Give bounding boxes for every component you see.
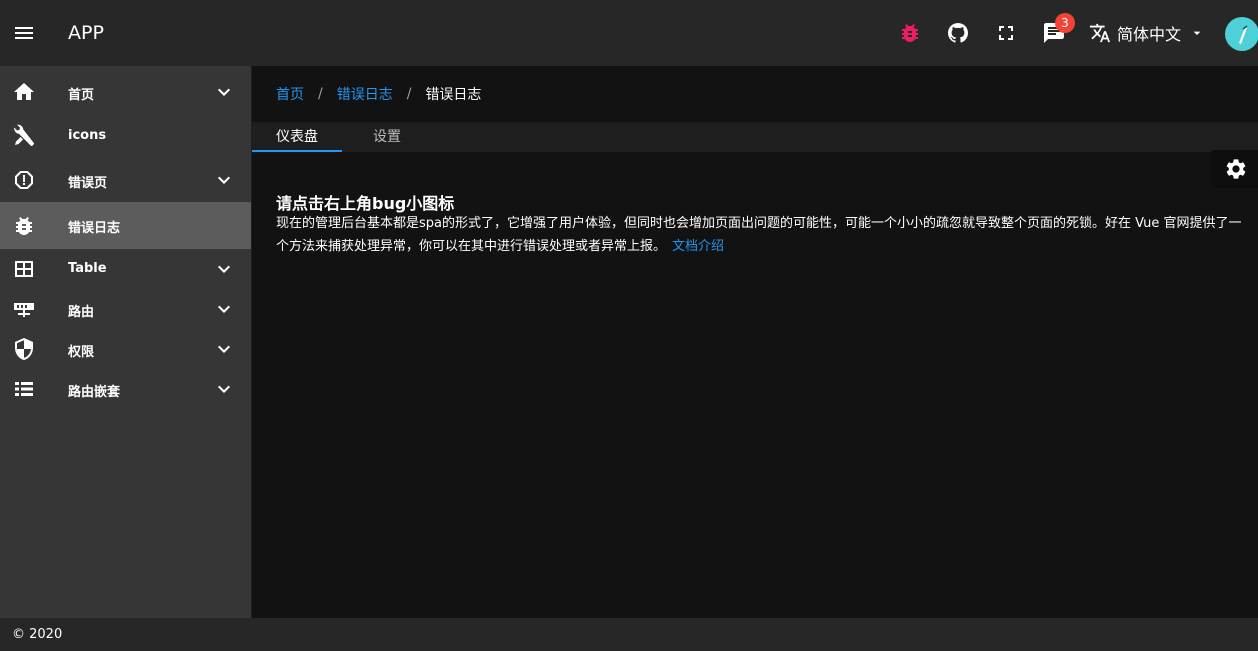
sidebar-item-table[interactable]: Table [0, 249, 251, 289]
chevron-down-icon [212, 297, 236, 321]
sidebar-item-nested-router[interactable]: 路由嵌套 [0, 369, 251, 409]
chevron-down-icon [212, 80, 236, 104]
app-title: APP [68, 22, 104, 44]
sidebar-item-label: Table [68, 261, 107, 276]
alert-icon [12, 168, 36, 192]
sidebar: 首页 icons 错误页 错误日志 Table 路由 权限 路由嵌套 [0, 66, 252, 618]
tab-bar: 仪表盘 设置 [252, 122, 1258, 152]
sidebar-item-icons[interactable]: icons [0, 114, 251, 158]
content-title: 请点击右上角bug小图标 [276, 194, 455, 213]
breadcrumb-home[interactable]: 首页 [276, 84, 304, 104]
shield-icon [12, 337, 36, 361]
sidebar-item-label: 路由 [68, 305, 95, 320]
breadcrumb-separator: / [318, 86, 323, 102]
app-bar: APP 3 简体中文 [0, 0, 1258, 66]
gear-icon [1224, 157, 1248, 181]
router-icon [12, 297, 36, 321]
menu-icon[interactable] [12, 21, 36, 45]
description-text: 现在的管理后台基本都是spa的形式了，它增强了用户体验，但同时也会增加页面出问题… [276, 216, 1242, 254]
github-icon[interactable] [946, 21, 970, 45]
tools-icon [12, 124, 36, 148]
message-badge: 3 [1055, 13, 1075, 33]
sidebar-item-home[interactable]: 首页 [0, 70, 251, 114]
language-selector[interactable]: 简体中文 [1089, 21, 1205, 45]
footer: © 2020 [0, 618, 1258, 651]
sidebar-item-error-page[interactable]: 错误页 [0, 158, 251, 202]
breadcrumb: 首页 / 错误日志 / 错误日志 [276, 84, 481, 104]
sidebar-item-permission[interactable]: 权限 [0, 329, 251, 369]
chevron-down-icon [212, 377, 236, 401]
doc-link[interactable]: 文档介绍 [672, 239, 724, 254]
chevron-down-icon [212, 337, 236, 361]
bug-icon[interactable] [898, 21, 922, 45]
breadcrumb-separator: / [406, 86, 412, 102]
caret-down-icon [1189, 25, 1205, 41]
language-label: 简体中文 [1117, 25, 1182, 44]
sidebar-item-label: 权限 [68, 345, 95, 360]
bug-icon [12, 214, 36, 238]
chevron-down-icon [212, 168, 236, 192]
fullscreen-icon[interactable] [994, 21, 1018, 45]
sidebar-item-label: 错误日志 [68, 221, 121, 236]
list-icon [12, 377, 36, 401]
home-icon [12, 80, 36, 104]
translate-icon [1089, 22, 1111, 44]
sidebar-item-router[interactable]: 路由 [0, 289, 251, 329]
tab-dashboard[interactable]: 仪表盘 [252, 122, 342, 152]
breadcrumb-current: 错误日志 [425, 87, 482, 103]
tab-settings[interactable]: 设置 [342, 122, 432, 152]
main-content: 首页 / 错误日志 / 错误日志 仪表盘 设置 请点击右上角bug小图标 现在的… [252, 66, 1258, 618]
sidebar-item-label: 首页 [68, 88, 95, 103]
table-icon [12, 257, 36, 281]
breadcrumb-error-log[interactable]: 错误日志 [337, 84, 393, 104]
sidebar-item-label: icons [68, 128, 107, 143]
avatar[interactable] [1225, 17, 1258, 51]
sidebar-item-label: 错误页 [68, 176, 108, 191]
copyright: © 2020 [12, 627, 63, 642]
chevron-down-icon [212, 257, 236, 281]
content-description: 现在的管理后台基本都是spa的形式了，它增强了用户体验，但同时也会增加页面出问题… [276, 212, 1244, 258]
sidebar-item-error-log[interactable]: 错误日志 [0, 202, 251, 249]
settings-button[interactable] [1210, 150, 1258, 188]
sidebar-item-label: 路由嵌套 [68, 385, 121, 400]
